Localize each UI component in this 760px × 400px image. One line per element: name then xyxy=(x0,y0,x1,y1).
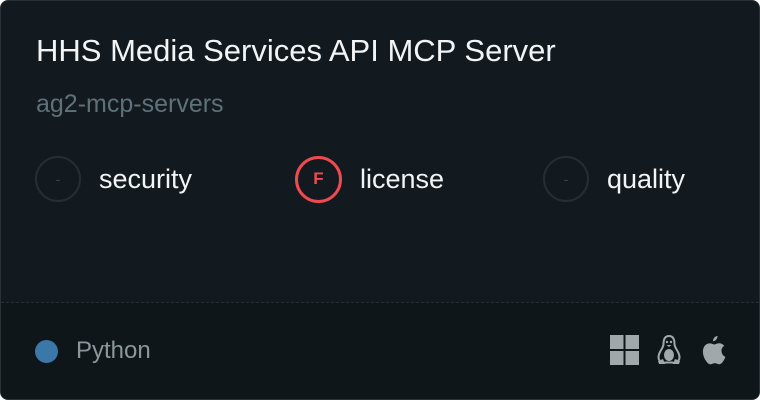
server-title[interactable]: HHS Media Services API MCP Server xyxy=(36,33,556,69)
license-grade-badge: F xyxy=(295,155,342,203)
score-quality: - quality xyxy=(543,156,685,202)
server-card[interactable]: HHS Media Services API MCP Server ag2-mc… xyxy=(0,0,760,400)
language-label: Python xyxy=(76,337,151,364)
license-label: license xyxy=(360,163,445,194)
security-label: security xyxy=(99,163,193,194)
score-license: F license xyxy=(295,155,445,203)
footer-divider xyxy=(1,302,759,303)
windows-icon xyxy=(610,335,639,365)
quality-label: quality xyxy=(607,163,686,194)
score-security: - security xyxy=(35,156,192,202)
linux-icon xyxy=(655,335,683,365)
security-grade-badge: - xyxy=(35,156,81,202)
quality-grade-badge: - xyxy=(543,156,589,202)
apple-icon xyxy=(700,335,726,365)
language-color-dot xyxy=(35,340,58,363)
server-repo[interactable]: ag2-mcp-servers xyxy=(36,90,224,119)
